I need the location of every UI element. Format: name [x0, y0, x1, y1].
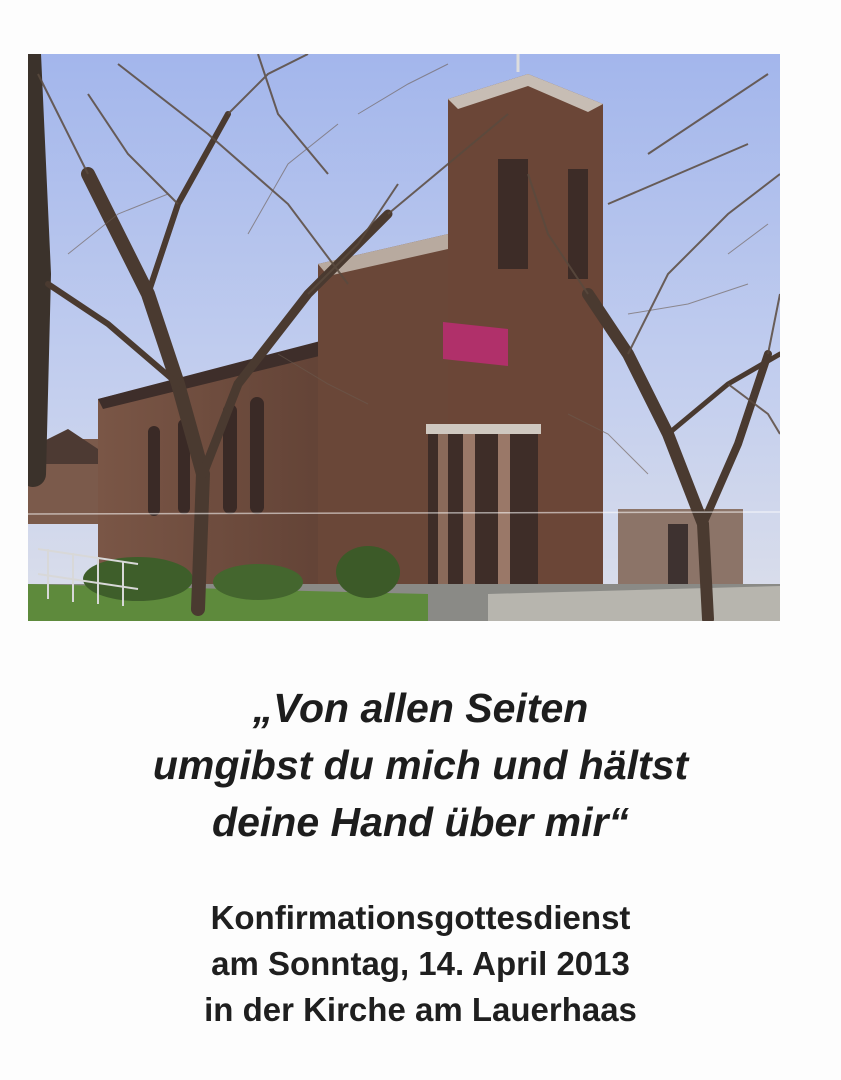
church-photo [28, 54, 780, 621]
event-date: am Sonntag, 14. April 2013 [211, 945, 630, 982]
bible-verse-quote: „Von allen Seiten umgibst du mich und hä… [20, 680, 821, 851]
quote-line-1: „Von allen Seiten [252, 685, 589, 731]
quote-line-2: umgibst du mich und hältst [152, 742, 689, 788]
event-details: Konfirmationsgottesdienst am Sonntag, 14… [20, 895, 821, 1033]
event-location: in der Kirche am Lauerhaas [204, 991, 637, 1028]
event-title: Konfirmationsgottesdienst [210, 899, 631, 936]
quote-line-3: deine Hand über mir“ [212, 799, 629, 845]
